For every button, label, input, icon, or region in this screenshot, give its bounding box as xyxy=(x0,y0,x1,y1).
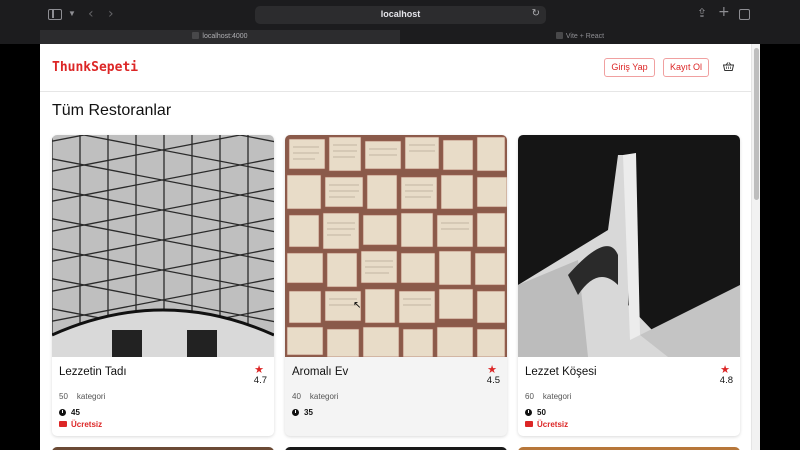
new-tab-icon[interactable]: + xyxy=(718,4,730,20)
page-title: Tüm Restoranlar xyxy=(52,102,172,119)
restaurant-image xyxy=(285,135,507,357)
restaurant-name: Lezzet Köşesi xyxy=(525,366,597,378)
delivery-fee-label: Ücretsiz xyxy=(537,420,569,429)
restaurant-image xyxy=(52,135,274,357)
delivery-time: 50 xyxy=(525,408,546,417)
delivery-time: 35 xyxy=(292,408,313,417)
delivery-time-value: 35 xyxy=(304,408,313,417)
category-label: kategori xyxy=(542,392,572,401)
restaurant-image xyxy=(518,135,740,357)
favicon-icon xyxy=(192,32,200,39)
address-bar-text: localhost xyxy=(380,9,421,19)
delivery-icon xyxy=(59,421,67,427)
category-info: 50 kategori xyxy=(59,392,105,401)
tab-label: Vite + React xyxy=(565,33,605,40)
delivery-time-value: 45 xyxy=(71,408,80,417)
scrollbar-thumb[interactable] xyxy=(754,48,759,200)
delivery-fee: Ücretsiz xyxy=(525,420,568,429)
basket-icon[interactable] xyxy=(723,62,734,71)
restaurant-rating: 4.8 xyxy=(719,375,733,386)
site-header: ThunkSepeti Giriş Yap Kayıt Ol xyxy=(40,44,751,92)
tab-localhost[interactable]: localhost:4000 xyxy=(40,30,400,44)
address-bar[interactable]: localhost ↻ xyxy=(255,6,546,24)
mouse-cursor-icon: ↖ xyxy=(353,300,362,311)
restaurant-card[interactable]: Lezzet Köşesi ★ 4.8 60 kategori 50 Ücrets… xyxy=(518,135,740,436)
page-viewport: ThunkSepeti Giriş Yap Kayıt Ol Tüm Resto… xyxy=(40,44,760,450)
tab-vite-react[interactable]: Vite + React xyxy=(400,30,760,44)
clock-icon xyxy=(59,409,66,416)
category-info: 60 kategori xyxy=(525,392,571,401)
register-button[interactable]: Kayıt Ol xyxy=(663,58,709,77)
restaurant-name: Aromalı Ev xyxy=(292,366,349,378)
site-logo[interactable]: ThunkSepeti xyxy=(52,60,138,75)
restaurant-name: Lezzetin Tadı xyxy=(59,366,127,378)
reload-icon[interactable]: ↻ xyxy=(532,8,540,19)
category-info: 40 kategori xyxy=(292,392,338,401)
delivery-time-value: 50 xyxy=(537,408,546,417)
sidebar-toggle-icon[interactable] xyxy=(48,9,62,20)
chevron-down-icon[interactable]: ▼ xyxy=(68,9,76,18)
restaurant-card[interactable]: Aromalı Ev ★ 4.5 40 kategori 35 xyxy=(285,135,507,436)
delivery-time: 45 xyxy=(59,408,80,417)
category-count: 60 xyxy=(525,392,534,401)
clock-icon xyxy=(525,409,532,416)
favicon-icon xyxy=(555,32,563,39)
delivery-fee: Ücretsiz xyxy=(59,420,102,429)
login-button[interactable]: Giriş Yap xyxy=(604,58,655,77)
delivery-fee-label: Ücretsiz xyxy=(71,420,103,429)
tab-bar: localhost:4000 Vite + React xyxy=(40,30,760,44)
clock-icon xyxy=(292,409,299,416)
browser-toolbar: ▼ ‹ › localhost ↻ ⇪ + xyxy=(0,0,800,30)
page-scrollbar[interactable] xyxy=(751,44,760,450)
category-label: kategori xyxy=(309,392,339,401)
restaurant-rating: 4.7 xyxy=(253,375,267,386)
share-icon[interactable]: ⇪ xyxy=(697,6,707,20)
category-count: 50 xyxy=(59,392,68,401)
back-arrow-icon[interactable]: ‹ xyxy=(88,6,94,22)
tab-overview-icon[interactable] xyxy=(739,9,750,20)
tab-label: localhost:4000 xyxy=(202,33,248,40)
restaurant-card[interactable]: Lezzetin Tadı ★ 4.7 50 kategori 45 Ücrets… xyxy=(52,135,274,436)
category-count: 40 xyxy=(292,392,301,401)
delivery-icon xyxy=(525,421,533,427)
forward-arrow-icon[interactable]: › xyxy=(108,6,114,22)
restaurant-rating: 4.5 xyxy=(486,375,500,386)
browser-chrome: ▼ ‹ › localhost ↻ ⇪ + localhost:4000 Vit… xyxy=(0,0,800,44)
category-label: kategori xyxy=(76,392,106,401)
